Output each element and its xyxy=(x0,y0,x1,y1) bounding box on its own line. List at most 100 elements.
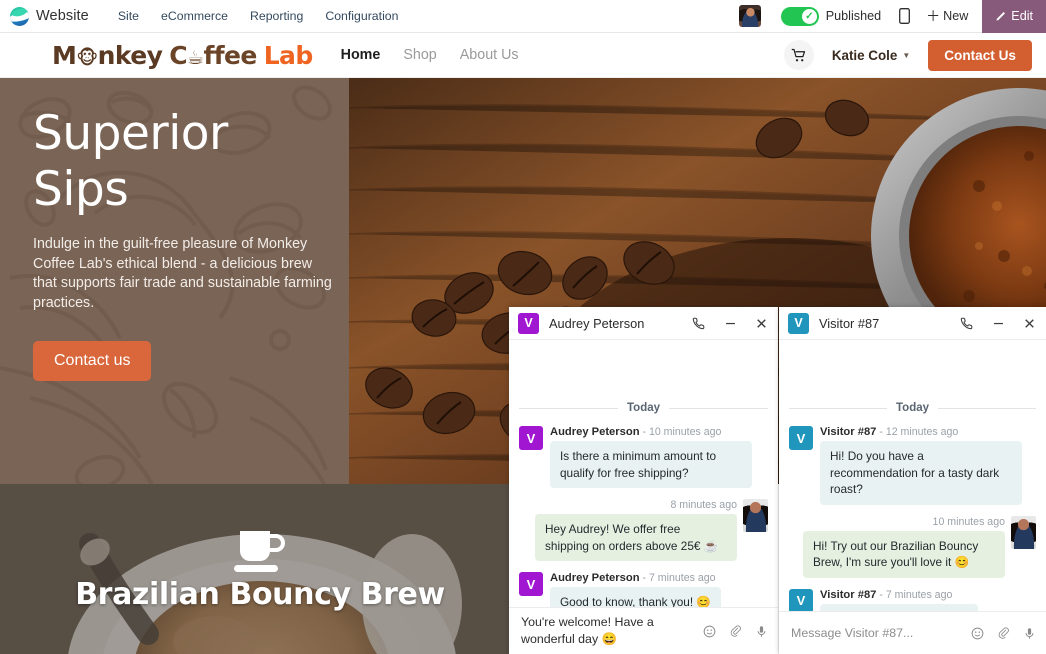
backend-topbar-right: Published ＋ New Edit xyxy=(738,0,1046,33)
chat-input[interactable]: Message Visitor #87... xyxy=(791,626,963,640)
message-author: Audrey Peterson xyxy=(550,426,640,438)
menu-item-reporting[interactable]: Reporting xyxy=(239,3,314,29)
emoji-icon[interactable] xyxy=(703,625,716,638)
user-menu[interactable]: Katie Cole ▼ xyxy=(832,48,910,63)
message-meta: Audrey Peterson - 10 minutes ago xyxy=(550,426,752,438)
contact-us-button[interactable]: Contact Us xyxy=(928,39,1032,71)
message-column: 10 minutes ago Hi! Try out our Brazilian… xyxy=(803,516,1005,578)
day-label: Today xyxy=(896,402,930,414)
microphone-icon[interactable] xyxy=(755,625,768,638)
coffee-cup-icon xyxy=(234,530,285,572)
chevron-down-icon: ▼ xyxy=(902,50,911,60)
message-item: V Visitor #87 - 7 minutes ago Okay great… xyxy=(789,588,1036,611)
logo-coffee-text: C☕ffee xyxy=(169,40,257,70)
monkey-emoji-icon: 🐵 xyxy=(76,46,98,69)
message-column: Audrey Peterson - 10 minutes ago Is ther… xyxy=(550,426,752,488)
hero-left-panel: Superior Sips Indulge in the guilt-free … xyxy=(0,78,349,484)
chat-header-actions xyxy=(960,317,1035,330)
nav-link-shop[interactable]: Shop xyxy=(403,47,436,63)
backend-topbar: Website Site eCommerce Reporting Configu… xyxy=(0,0,1046,33)
logo-lab-text: Lab xyxy=(263,40,314,70)
close-icon[interactable] xyxy=(1024,318,1035,329)
message-meta: Audrey Peterson - 7 minutes ago xyxy=(550,572,721,584)
livechat-window-visitor-87[interactable]: V Visitor #87 Today V Visitor #87 - 12 m… xyxy=(779,307,1046,654)
microphone-icon[interactable] xyxy=(1023,627,1036,640)
chat-title: Visitor #87 xyxy=(819,315,880,331)
publish-switch-icon[interactable] xyxy=(780,6,819,26)
logo-monkey-text: M🐵nkey xyxy=(52,40,163,70)
message-author: Visitor #87 xyxy=(820,426,877,438)
message-time: - 7 minutes ago xyxy=(879,588,953,601)
message-avatar: V xyxy=(519,426,543,450)
message-bubble: Okay great! I'll try it out 🥳 xyxy=(820,603,979,611)
close-icon[interactable] xyxy=(756,318,767,329)
app-name-label: Website xyxy=(36,8,89,24)
minimize-icon[interactable] xyxy=(724,317,737,330)
nav-link-about-us[interactable]: About Us xyxy=(460,47,519,63)
message-bubble: Good to know, thank you! 😊 xyxy=(550,587,722,607)
edit-button[interactable]: Edit xyxy=(982,0,1046,33)
menu-item-configuration[interactable]: Configuration xyxy=(314,3,409,29)
publish-label: Published xyxy=(825,9,882,23)
message-time: 8 minutes ago xyxy=(670,499,737,511)
website-header-right: Katie Cole ▼ Contact Us xyxy=(783,39,1032,71)
chat-header[interactable]: V Audrey Peterson xyxy=(509,307,778,340)
attachment-icon[interactable] xyxy=(997,626,1010,640)
phone-icon[interactable] xyxy=(692,317,705,330)
chat-composer[interactable]: You're welcome! Have a wonderful day 😄 xyxy=(509,607,778,654)
day-separator: Today xyxy=(519,402,769,414)
edit-label: Edit xyxy=(1011,9,1033,23)
new-button[interactable]: ＋ New xyxy=(926,9,968,23)
plus-icon: ＋ xyxy=(926,8,941,24)
shopping-cart-icon[interactable] xyxy=(783,40,814,70)
attachment-icon[interactable] xyxy=(729,624,742,638)
pencil-icon xyxy=(996,11,1006,21)
hero-subtitle: Indulge in the guilt-free pleasure of Mo… xyxy=(33,236,332,311)
site-logo[interactable]: M🐵nkey C☕ffee Lab xyxy=(52,41,313,70)
chat-messages[interactable]: Today V Visitor #87 - 12 minutes ago Hi!… xyxy=(779,340,1046,611)
avatar[interactable] xyxy=(738,5,761,27)
mobile-preview-icon[interactable] xyxy=(899,8,911,24)
composer-actions xyxy=(971,626,1036,640)
chat-messages[interactable]: Today V Audrey Peterson - 10 minutes ago… xyxy=(509,340,778,607)
message-bubble: Is there a minimum amount to qualify for… xyxy=(550,441,752,488)
publish-toggle[interactable]: Published xyxy=(780,6,882,26)
divider-line xyxy=(669,407,769,409)
chat-header[interactable]: V Visitor #87 xyxy=(779,307,1046,340)
hero-title-line2: Sips xyxy=(33,162,129,217)
chat-input[interactable]: You're welcome! Have a wonderful day 😄 xyxy=(521,614,695,648)
message-avatar: V xyxy=(789,588,813,611)
message-bubble: Hi! Try out our Brazilian Bouncy Brew, I… xyxy=(803,530,1005,578)
chat-spacer xyxy=(519,340,768,402)
agent-avatar xyxy=(1011,515,1036,549)
backend-brand[interactable]: Website xyxy=(0,6,89,26)
backend-menu: Site eCommerce Reporting Configuration xyxy=(107,3,410,29)
chat-composer[interactable]: Message Visitor #87... xyxy=(779,611,1046,654)
livechat-window-audrey-peterson[interactable]: V Audrey Peterson Today V Audrey Peterso… xyxy=(509,307,778,654)
menu-item-site[interactable]: Site xyxy=(107,3,150,29)
chat-avatar: V xyxy=(788,312,809,334)
product-title: Brazilian Bouncy Brew xyxy=(75,576,445,612)
nav-link-home[interactable]: Home xyxy=(341,47,381,63)
phone-icon[interactable] xyxy=(960,317,973,330)
message-meta: Visitor #87 - 7 minutes ago xyxy=(820,589,978,601)
website-header: M🐵nkey C☕ffee Lab Home Shop About Us Kat… xyxy=(0,33,1046,78)
chat-header-actions xyxy=(692,317,767,330)
product-band-content: Brazilian Bouncy Brew xyxy=(0,484,520,654)
hero-contact-us-button[interactable]: Contact us xyxy=(33,341,152,382)
minimize-icon[interactable] xyxy=(992,317,1005,330)
day-label: Today xyxy=(627,402,661,414)
agent-avatar xyxy=(743,499,768,532)
message-column: 8 minutes ago Hey Audrey! We offer free … xyxy=(535,499,737,561)
message-item: V Audrey Peterson - 7 minutes ago Good t… xyxy=(519,572,768,607)
message-item: V Visitor #87 - 12 minutes ago Hi! Do yo… xyxy=(789,426,1036,505)
message-item: 10 minutes ago Hi! Try out our Brazilian… xyxy=(789,515,1036,578)
message-avatar: V xyxy=(789,426,813,450)
message-meta: Visitor #87 - 12 minutes ago xyxy=(820,426,1022,438)
message-bubble: Hi! Do you have a recommendation for a t… xyxy=(820,441,1022,505)
menu-item-ecommerce[interactable]: eCommerce xyxy=(150,3,239,29)
emoji-icon[interactable] xyxy=(971,627,984,640)
message-time: - 10 minutes ago xyxy=(642,426,722,438)
message-author: Audrey Peterson xyxy=(550,572,640,584)
new-label: New xyxy=(943,9,969,23)
